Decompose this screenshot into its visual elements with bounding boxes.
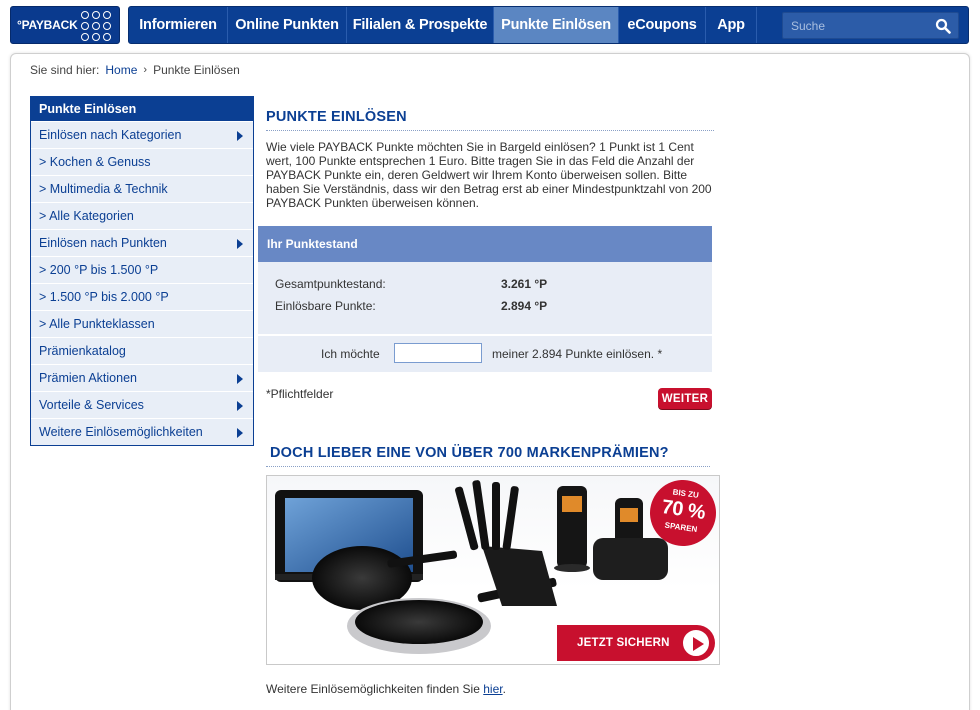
sidebar-item-label: Prämienkatalog bbox=[39, 344, 126, 358]
sidebar-item-label: > 200 °P bis 1.500 °P bbox=[39, 263, 159, 277]
breadcrumb-home-link[interactable]: Home bbox=[105, 63, 137, 77]
sidebar-item-label: Einlösen nach Kategorien bbox=[39, 128, 182, 142]
breadcrumb-prefix: Sie sind hier: bbox=[30, 63, 100, 77]
jetzt-sichern-label: JETZT SICHERN bbox=[577, 637, 670, 649]
footer-text: Weitere Einlösemöglichkeiten finden Sie … bbox=[266, 682, 506, 696]
nav-online-punkten[interactable]: Online Punkten bbox=[228, 7, 347, 43]
arrow-right-icon bbox=[237, 401, 243, 411]
sidebar-item-weitere-einloesemoeglichkeiten[interactable]: Weitere Einlösemöglichkeiten bbox=[31, 418, 253, 445]
jetzt-sichern-button[interactable]: JETZT SICHERN bbox=[557, 625, 715, 661]
total-points-value: 3.261 °P bbox=[501, 277, 548, 291]
sidebar-item-200-1500[interactable]: > 200 °P bis 1.500 °P bbox=[31, 256, 253, 283]
sidebar-item-label: > Multimedia & Technik bbox=[39, 182, 168, 196]
intro-text: Wie viele PAYBACK Punkte möchten Sie in … bbox=[266, 140, 712, 210]
arrow-right-icon bbox=[237, 131, 243, 141]
sidebar-item-kochen-genuss[interactable]: > Kochen & Genuss bbox=[31, 148, 253, 175]
redeemable-points-value: 2.894 °P bbox=[501, 299, 548, 313]
play-icon bbox=[681, 628, 711, 658]
header: °PAYBACK Informieren Online Punkten Fili… bbox=[0, 0, 980, 50]
sidebar-item-alle-punkteklassen[interactable]: > Alle Punkteklassen bbox=[31, 310, 253, 337]
main-nav: Informieren Online Punkten Filialen & Pr… bbox=[128, 6, 969, 44]
footer-text-end: . bbox=[502, 682, 506, 696]
promo-divider bbox=[266, 466, 710, 467]
sidebar-item-label: Prämien Aktionen bbox=[39, 371, 137, 385]
search-icon[interactable] bbox=[935, 18, 951, 34]
arrow-right-icon bbox=[237, 374, 243, 384]
total-points-label: Gesamtpunktestand: bbox=[275, 277, 386, 291]
points-amount-input[interactable] bbox=[394, 343, 482, 363]
weiter-button[interactable]: WEITER bbox=[658, 388, 712, 409]
sidebar-item-1500-2000[interactable]: > 1.500 °P bis 2.000 °P bbox=[31, 283, 253, 310]
arrow-right-icon bbox=[237, 428, 243, 438]
sidebar-item-label: Einlösen nach Punkten bbox=[39, 236, 167, 250]
sidebar-item-multimedia-technik[interactable]: > Multimedia & Technik bbox=[31, 175, 253, 202]
logo-text: °PAYBACK bbox=[17, 18, 78, 32]
page-title: PUNKTE EINLÖSEN bbox=[266, 109, 407, 125]
sidebar-item-einloesen-nach-kategorien[interactable]: Einlösen nach Kategorien bbox=[31, 121, 253, 148]
breadcrumb-current: Punkte Einlösen bbox=[153, 63, 240, 77]
nav-filialen-prospekte[interactable]: Filialen & Prospekte bbox=[347, 7, 494, 43]
nav-ecoupons[interactable]: eCoupons bbox=[619, 7, 706, 43]
sidebar: Punkte Einlösen Einlösen nach Kategorien… bbox=[30, 96, 254, 446]
redeem-suffix-label: meiner 2.894 Punkte einlösen. * bbox=[492, 347, 663, 361]
promo-banner[interactable]: BIS ZU 70 % SPAREN JETZT SICHERN bbox=[266, 475, 720, 665]
sidebar-item-praemien-aktionen[interactable]: Prämien Aktionen bbox=[31, 364, 253, 391]
sidebar-item-praemienkatalog[interactable]: Prämienkatalog bbox=[31, 337, 253, 364]
chevron-right-icon: › bbox=[143, 64, 148, 76]
sidebar-item-label: Weitere Einlösemöglichkeiten bbox=[39, 425, 203, 439]
search-box bbox=[782, 12, 959, 39]
title-divider bbox=[266, 130, 714, 131]
redeemable-points-label: Einlösbare Punkte: bbox=[275, 299, 376, 313]
sidebar-item-vorteile-services[interactable]: Vorteile & Services bbox=[31, 391, 253, 418]
sidebar-item-label: > Kochen & Genuss bbox=[39, 155, 151, 169]
sidebar-item-label: > 1.500 °P bis 2.000 °P bbox=[39, 290, 169, 304]
nav-informieren[interactable]: Informieren bbox=[129, 7, 228, 43]
footer-text-prefix: Weitere Einlösemöglichkeiten finden Sie bbox=[266, 682, 484, 696]
sidebar-item-einloesen-nach-punkten[interactable]: Einlösen nach Punkten bbox=[31, 229, 253, 256]
sidebar-item-label: > Alle Kategorien bbox=[39, 209, 134, 223]
points-box-header: Ihr Punktestand bbox=[258, 226, 712, 262]
sidebar-item-label: > Alle Punkteklassen bbox=[39, 317, 155, 331]
sidebar-item-label: Vorteile & Services bbox=[39, 398, 144, 412]
search-input[interactable] bbox=[783, 13, 933, 38]
promo-title: DOCH LIEBER EINE VON ÜBER 700 MARKENPRÄM… bbox=[270, 445, 669, 461]
arrow-right-icon bbox=[237, 239, 243, 249]
sidebar-item-alle-kategorien[interactable]: > Alle Kategorien bbox=[31, 202, 253, 229]
points-box-body: Gesamtpunktestand: 3.261 °P Einlösbare P… bbox=[258, 262, 712, 334]
logo-dots-icon bbox=[81, 11, 111, 41]
breadcrumb: Sie sind hier: Home › Punkte Einlösen bbox=[30, 63, 240, 77]
nav-app[interactable]: App bbox=[706, 7, 757, 43]
redeem-prefix-label: Ich möchte bbox=[321, 347, 380, 361]
redeem-form-row: Ich möchte meiner 2.894 Punkte einlösen.… bbox=[258, 336, 712, 372]
required-fields-note: *Pflichtfelder bbox=[266, 387, 334, 401]
knife-block-image bbox=[455, 480, 557, 606]
sidebar-title: Punkte Einlösen bbox=[31, 97, 253, 121]
nav-punkte-einloesen[interactable]: Punkte Einlösen bbox=[494, 7, 619, 43]
payback-logo[interactable]: °PAYBACK bbox=[10, 6, 120, 44]
footer-hier-link[interactable]: hier bbox=[483, 682, 502, 696]
